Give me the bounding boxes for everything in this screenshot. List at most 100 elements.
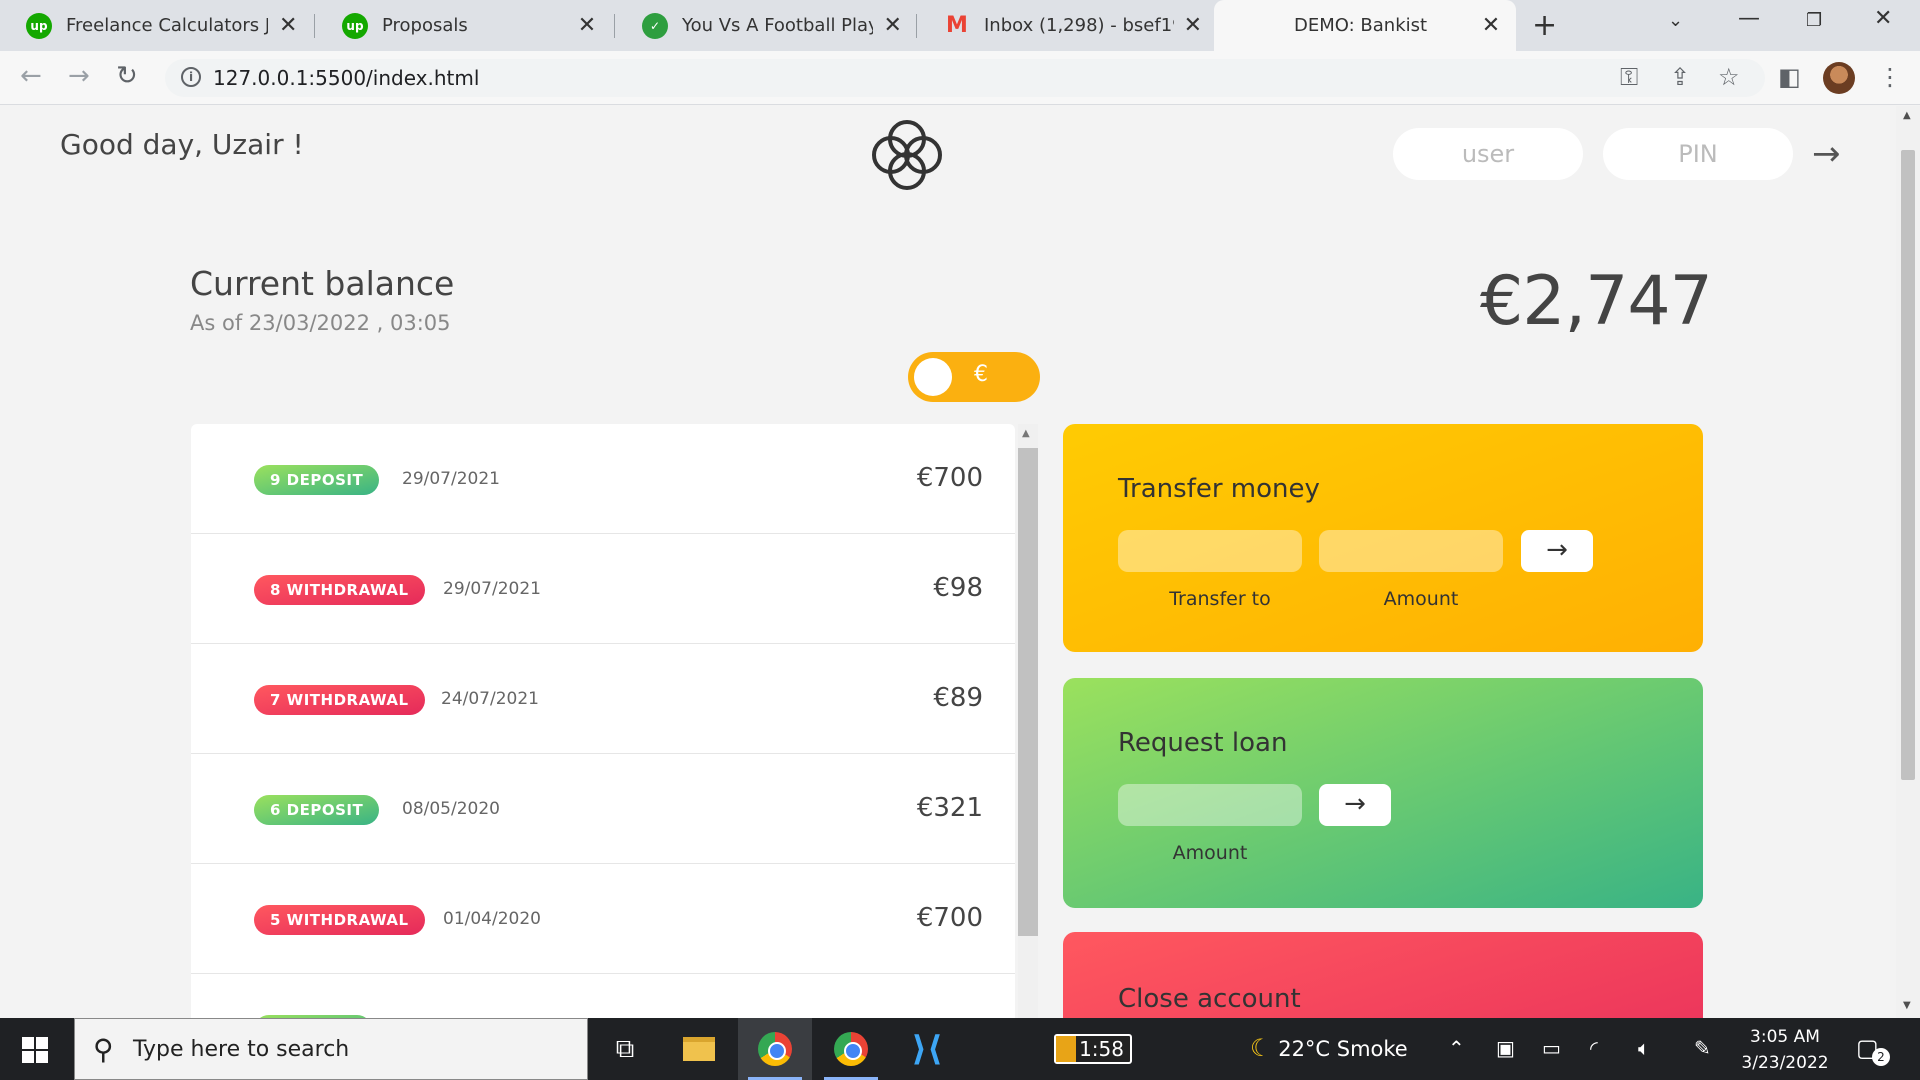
movement-row: 5 WITHDRAWAL 01/04/2020 €700 <box>191 864 1015 974</box>
upwork-icon: up <box>342 12 368 39</box>
pin-input[interactable]: PIN <box>1603 128 1793 180</box>
profile-avatar[interactable] <box>1823 62 1855 94</box>
close-icon[interactable]: ✕ <box>1480 13 1502 38</box>
close-icon[interactable]: ✕ <box>278 13 298 38</box>
welcome-message: Good day, Uzair ! <box>60 128 304 161</box>
movement-date: 29/07/2021 <box>443 579 541 599</box>
balance-date-prefix: As of <box>190 311 243 335</box>
close-icon[interactable]: ✕ <box>883 13 902 38</box>
notification-icon[interactable]: ▢ 2 <box>1856 1034 1890 1066</box>
battery-icon[interactable]: ▭ <box>1542 1036 1561 1060</box>
menu-dots-icon[interactable]: ⋮ <box>1878 63 1902 91</box>
browser-toolbar: ← → ↻ i 127.0.0.1:5500/index.html ⚿ ⇪ ☆ … <box>0 51 1920 105</box>
transfer-submit-button[interactable]: → <box>1521 530 1593 572</box>
chevron-up-icon[interactable]: ⌃ <box>1448 1036 1465 1060</box>
movement-row: 6 DEPOSIT 08/05/2020 €321 <box>191 754 1015 864</box>
currency-toggle[interactable]: € <box>908 352 1040 402</box>
vscode-icon[interactable]: ⟩⟨ <box>890 1018 964 1080</box>
page-scrollbar-thumb[interactable] <box>1901 150 1915 780</box>
task-view-icon[interactable]: ⧉ <box>588 1018 662 1080</box>
tab-separator <box>614 14 615 38</box>
movement-value: €98 <box>933 573 983 603</box>
movements-scrollbar-thumb[interactable] <box>1018 448 1038 936</box>
pen-icon[interactable]: ✎ <box>1694 1036 1711 1060</box>
movement-row: 8 WITHDRAWAL 29/07/2021 €98 <box>191 534 1015 644</box>
volume-icon[interactable]: 🔈︎ <box>1638 1036 1650 1060</box>
movement-value: €321 <box>916 793 983 823</box>
tab-title: DEMO: Bankist <box>1294 15 1428 36</box>
minimize-button[interactable]: — <box>1738 6 1760 31</box>
balance-date: As of 23/03/2022 , 03:05 <box>190 311 451 335</box>
user-input[interactable]: user <box>1393 128 1583 180</box>
movement-type-badge: 6 DEPOSIT <box>254 795 380 825</box>
movement-row-partial <box>191 974 1015 1018</box>
tab-gmail[interactable]: M Inbox (1,298) - bsef19m5 ✕ <box>918 0 1216 51</box>
tab-search-chevron-icon[interactable]: ⌄ <box>1668 10 1683 31</box>
bankist-app: Good day, Uzair ! user PIN → Current bal… <box>0 106 1920 1018</box>
movement-type-badge: 7 WITHDRAWAL <box>254 685 425 715</box>
loan-amount-input[interactable] <box>1118 784 1302 826</box>
movement-date: 29/07/2021 <box>402 469 500 489</box>
balance-date-value: 23/03/2022 , 03:05 <box>248 311 451 335</box>
tab-freelance[interactable]: up Freelance Calculators Job ✕ <box>0 0 312 51</box>
transfer-to-input[interactable] <box>1118 530 1302 572</box>
battery-indicator: 1:58 <box>1054 1034 1132 1064</box>
transfer-title: Transfer money <box>1118 474 1320 504</box>
close-window-button[interactable]: ✕ <box>1874 6 1892 31</box>
movement-date: 08/05/2020 <box>402 799 500 819</box>
movements-list: 9 DEPOSIT 29/07/2021 €700 8 WITHDRAWAL 2… <box>191 424 1015 1018</box>
chrome-profile-2-icon[interactable] <box>814 1018 888 1080</box>
device-icon[interactable]: ▣ <box>1496 1036 1515 1060</box>
share-icon[interactable]: ⇪ <box>1670 63 1690 91</box>
tab-football[interactable]: ✓ You Vs A Football Player - ✕ <box>616 0 916 51</box>
login-button[interactable]: → <box>1812 134 1841 174</box>
movement-row: 7 WITHDRAWAL 24/07/2021 €89 <box>191 644 1015 754</box>
windows-start-icon[interactable] <box>22 1037 48 1063</box>
transfer-amount-input[interactable] <box>1319 530 1503 572</box>
tab-title: You Vs A Football Player - <box>682 15 874 36</box>
movement-value: €700 <box>916 463 983 493</box>
green-leaf-icon: ✓ <box>642 12 668 39</box>
close-icon[interactable]: ✕ <box>576 13 598 38</box>
file-explorer-icon[interactable] <box>662 1018 736 1080</box>
taskbar-clock[interactable]: 3:05 AM 3/23/2022 <box>1735 1024 1835 1076</box>
star-icon[interactable]: ☆ <box>1718 63 1740 91</box>
movement-type-badge: 5 WITHDRAWAL <box>254 905 425 935</box>
tab-proposals[interactable]: up Proposals ✕ <box>316 0 612 51</box>
weather-widget[interactable]: ☾ 22°C Smoke <box>1250 1034 1408 1062</box>
chrome-profile-1-icon[interactable] <box>738 1018 812 1080</box>
restore-button[interactable]: ❐ <box>1806 10 1822 31</box>
transfer-panel: Transfer money → Transfer to Amount <box>1063 424 1703 652</box>
tab-bankist[interactable]: DEMO: Bankist ✕ <box>1214 0 1516 51</box>
loan-submit-button[interactable]: → <box>1319 784 1391 826</box>
key-icon[interactable]: ⚿ <box>1620 63 1638 91</box>
url-text[interactable]: 127.0.0.1:5500/index.html <box>213 66 479 90</box>
scroll-up-arrow-icon[interactable]: ▲ <box>1022 428 1030 439</box>
wifi-icon[interactable]: ◜ <box>1590 1036 1598 1060</box>
movement-row: 9 DEPOSIT 29/07/2021 €700 <box>191 424 1015 534</box>
close-account-title: Close account <box>1118 984 1301 1014</box>
close-icon[interactable]: ✕ <box>1184 13 1202 38</box>
page-scrollbar[interactable]: ▲ ▼ <box>1896 106 1920 1018</box>
windows-taskbar: ⚲ Type here to search ⧉ ⟩⟨ 1:58 ☾ 22°C S… <box>0 1018 1920 1080</box>
search-icon: ⚲ <box>93 1033 114 1066</box>
tab-separator <box>314 14 315 38</box>
movement-type-badge: 8 WITHDRAWAL <box>254 575 425 605</box>
clock-time: 3:05 AM <box>1750 1027 1820 1047</box>
loan-amount-label: Amount <box>1172 842 1248 864</box>
forward-arrow-icon[interactable]: → <box>68 61 90 91</box>
back-arrow-icon[interactable]: ← <box>20 61 42 91</box>
scroll-down-arrow-icon[interactable]: ▼ <box>1903 1000 1911 1011</box>
new-tab-button[interactable]: + <box>1532 8 1557 43</box>
site-info-icon[interactable]: i <box>181 67 201 87</box>
currency-symbol: € <box>974 362 988 387</box>
weather-text: 22°C Smoke <box>1278 1037 1408 1061</box>
close-account-panel: Close account <box>1063 932 1703 1018</box>
battery-fill <box>1056 1036 1076 1062</box>
taskbar-search[interactable]: ⚲ Type here to search <box>74 1018 588 1080</box>
address-bar[interactable]: i 127.0.0.1:5500/index.html <box>165 59 1765 97</box>
tab-strip: up Freelance Calculators Job ✕ up Propos… <box>0 0 1920 51</box>
side-panel-icon[interactable]: ◧ <box>1778 63 1801 91</box>
scroll-up-arrow-icon[interactable]: ▲ <box>1903 110 1911 121</box>
reload-icon[interactable]: ↻ <box>116 61 138 91</box>
